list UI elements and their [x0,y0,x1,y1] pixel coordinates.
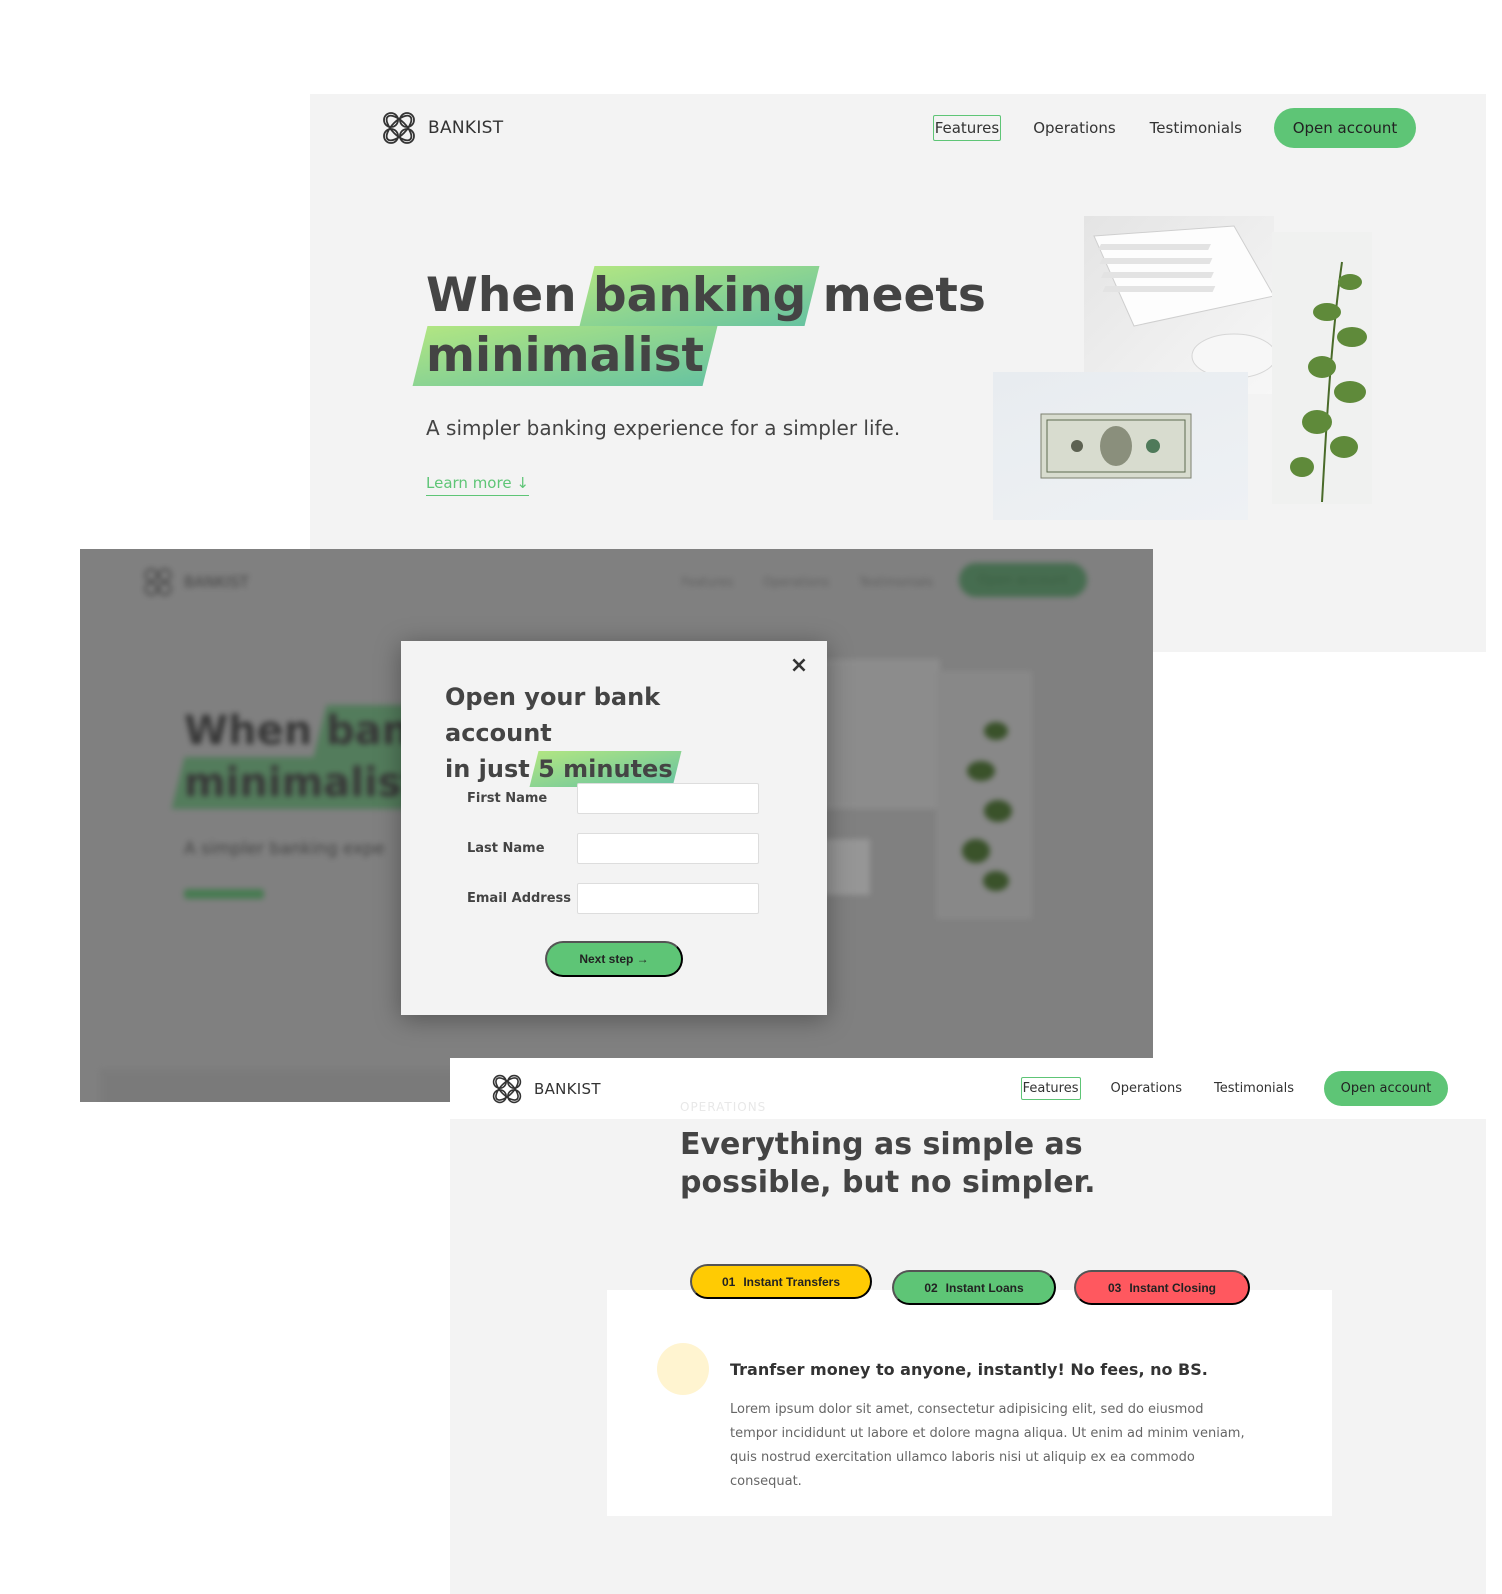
first-name-label: First Name [467,791,548,806]
blurred-nav-item: Features [681,575,734,589]
tab-instant-closing[interactable]: 03 Instant Closing [1074,1270,1250,1305]
open-account-button[interactable]: Open account [1274,108,1416,148]
main-nav: Features Operations Testimonials Open ac… [932,108,1416,148]
email-label: Email Address [467,891,572,906]
blurred-nav: Features Operations Testimonials [682,575,933,589]
hero-title-word: meets [822,268,986,323]
hero-title-word: When [426,268,577,323]
dollar-bill-image [993,372,1248,520]
blurred-hero-title: When ban minimalist [184,705,421,809]
blurred-nav-item: Testimonials [859,575,933,589]
last-name-row: Last Name [467,833,759,864]
tab-instant-loans[interactable]: 02 Instant Loans [892,1270,1056,1305]
tab-label: Instant Loans [945,1280,1024,1295]
nav-testimonials[interactable]: Testimonials [1148,115,1244,141]
email-input[interactable] [577,883,759,914]
blurred-plant-illustration [962,722,1012,891]
last-name-input[interactable] [577,833,759,864]
nav-features[interactable]: Features [1020,1077,1081,1100]
operation-title: Tranfser money to anyone, instantly! No … [730,1360,1208,1379]
first-name-row: First Name [467,783,759,814]
tab-number: 01 [721,1274,736,1289]
hero-title: When banking meets minimalist [426,266,986,386]
section-label: OPERATIONS [680,1100,767,1114]
tab-instant-transfers[interactable]: 01 Instant Transfers [690,1264,872,1299]
bankist-logo-icon [383,112,415,144]
logo-text: BANKIST [534,1079,601,1098]
logo[interactable]: BANKIST [490,1072,601,1106]
nav-operations[interactable]: Operations [1109,1077,1184,1100]
blurred-title-highlight: ban [326,705,410,757]
blurred-logo: BANKIST [142,566,249,598]
modal-screenshot: BANKIST Features Operations Testimonials… [80,549,1153,1102]
learn-more-link[interactable]: Learn more ↓ [426,474,529,496]
hero-title-highlight: minimalist [426,326,704,386]
tab-number: 02 [924,1280,938,1295]
header: BANKIST Features Operations Testimonials… [380,108,1416,148]
tab-label: Instant Closing [1129,1280,1217,1295]
email-row: Email Address [467,883,759,914]
blurred-plant-image [936,671,1032,919]
nav-features[interactable]: Features [932,115,1002,141]
operation-text: Lorem ipsum dolor sit amet, consectetur … [730,1402,1245,1489]
tab-number: 03 [1107,1280,1122,1295]
blurred-nav-item: Operations [763,575,830,589]
sticky-header: BANKIST Features Operations Testimonials… [450,1058,1486,1119]
nav-operations[interactable]: Operations [1031,115,1117,141]
keyboard-image [1084,216,1277,394]
close-icon[interactable]: × [787,653,811,678]
modal-title-highlight: 5 minutes [538,751,673,787]
logo-text: BANKIST [428,118,504,138]
blurred-subtitle: A simpler banking expe [184,839,385,859]
hero-subtitle: A simpler banking experience for a simpl… [426,416,901,440]
open-account-button[interactable]: Open account [1324,1071,1448,1106]
tab-label: Instant Transfers [743,1274,841,1289]
main-nav: Features Operations Testimonials Open ac… [1020,1071,1448,1106]
first-name-input[interactable] [577,783,759,814]
modal-title-line: Open your bank account [445,683,661,747]
open-account-modal: × Open your bank account in just 5 minut… [401,641,827,1015]
modal-title: Open your bank account in just 5 minutes [445,679,775,787]
blurred-title-word: When [184,708,313,754]
blurred-title-highlight: minimalist [184,757,421,809]
plant-illustration [1290,261,1367,503]
keyboard-illustration [1093,225,1277,379]
last-name-label: Last Name [467,841,545,856]
bankist-logo-icon [144,568,172,596]
blurred-logo-text: BANKIST [184,573,249,591]
modal-title-pre: in just [445,755,530,783]
hero-title-highlight: banking [593,266,806,326]
bankist-logo-icon [492,1074,522,1103]
nav-testimonials[interactable]: Testimonials [1212,1077,1296,1100]
next-step-button[interactable]: Next step → [545,941,683,977]
blurred-open-account-button: Open account [959,563,1087,597]
plant-image [1272,232,1372,504]
blurred-learn-more [184,889,264,899]
section-heading: Everything as simple as possible, but no… [680,1127,1096,1200]
operation-icon [657,1343,709,1395]
operations-screenshot: BANKIST Features Operations Testimonials… [450,1058,1486,1594]
logo[interactable]: BANKIST [380,109,503,147]
dollar-bill-illustration [1040,413,1192,479]
